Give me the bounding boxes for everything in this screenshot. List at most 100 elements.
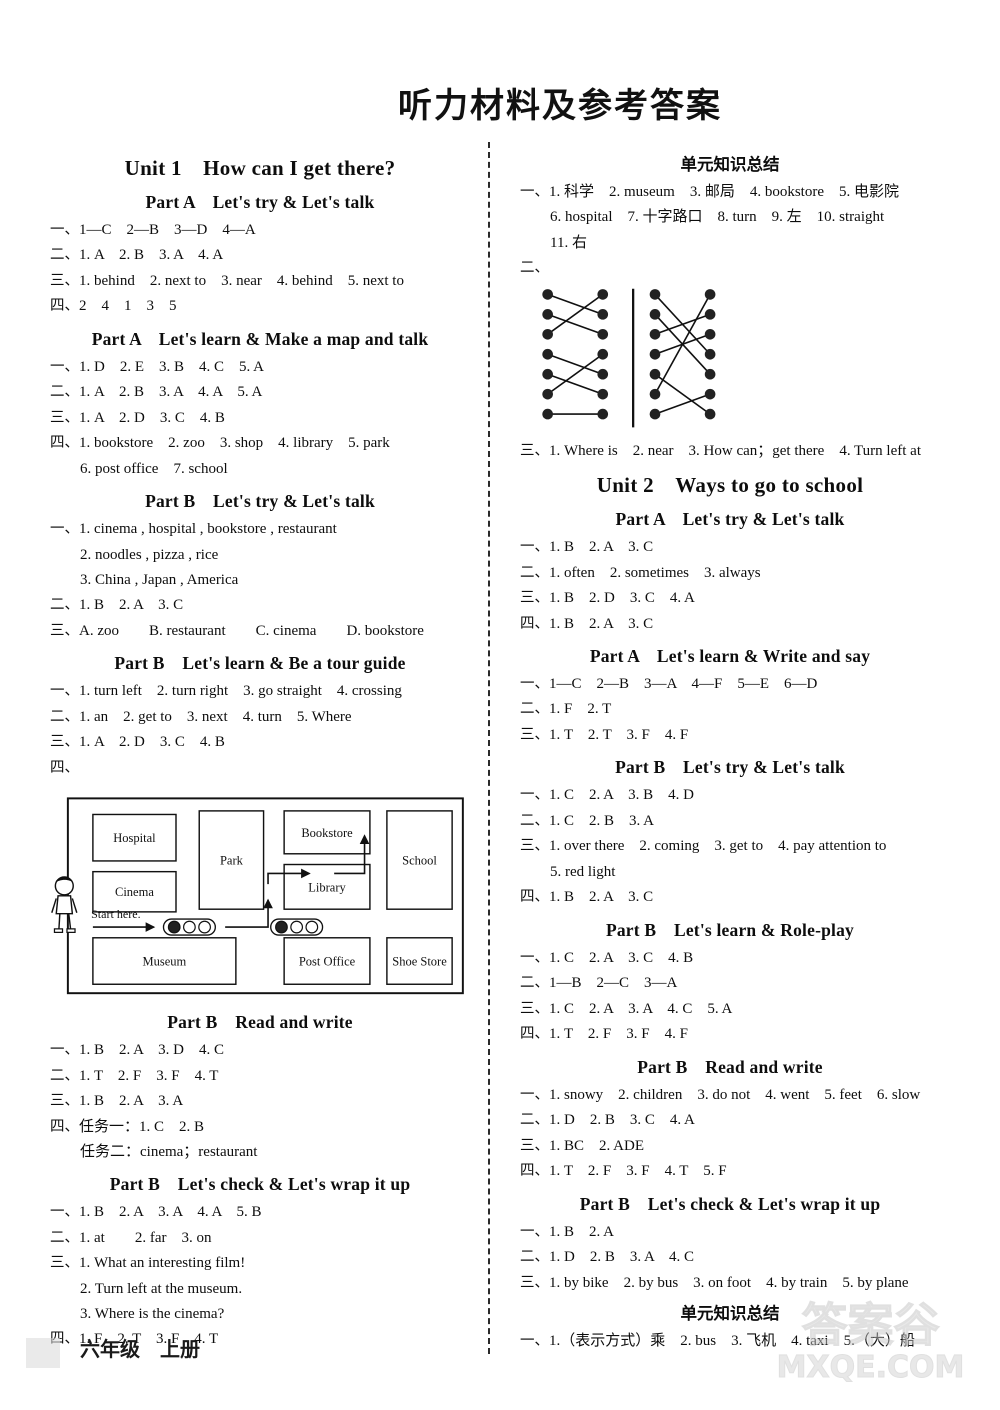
answer-marker: 三、	[520, 1274, 549, 1291]
match-dot	[597, 288, 609, 300]
answer-line: 一、1. B 2. A 3. C	[520, 535, 940, 559]
part-heading: Part B Let's try & Let's talk	[145, 491, 375, 512]
answer-text: 1. behind 2. next to 3. near 4. behind 5…	[79, 272, 404, 289]
page-title: 听力材料及参考答案	[398, 86, 722, 126]
match-line	[547, 353, 604, 375]
answer-text: 1. C 2. A 3. A 4. C 5. A	[549, 1000, 733, 1017]
answer-marker: 二、	[50, 247, 79, 264]
answer-marker: 三、	[520, 726, 549, 743]
answer-line: 三、1. B 2. A 3. A	[50, 1089, 470, 1113]
answer-line: 二、1. F 2. T	[520, 697, 940, 721]
answer-line: 三、1. C 2. A 3. A 4. C 5. A	[520, 997, 940, 1021]
answer-text: 1. B 2. A 3. D 4. C	[79, 1042, 225, 1059]
answer-text: 1. A 2. B 3. A 4. A	[79, 247, 224, 264]
answer-marker: 一、	[50, 683, 79, 700]
match-dot	[649, 408, 661, 419]
match-dot	[597, 328, 609, 340]
right-column: 单元知识总结 一、1. 科学 2. museum 3. 邮局 4. booksto…	[494, 146, 940, 1354]
match-dot	[649, 348, 661, 360]
answer-line: 二、1. an 2. get to 3. next 4. turn 5. Whe…	[50, 705, 470, 729]
answer-marker: 二、	[50, 384, 79, 401]
answer-text: 1. B 2. A 3. C	[549, 615, 654, 632]
answer-text: 1. by bike 2. by bus 3. on foot 4. by tr…	[549, 1274, 909, 1291]
answer-marker: 四、	[50, 298, 79, 315]
answer-continuation-line: 2. Turn left at the museum.	[80, 1280, 243, 1297]
answer-text: 1—B 2—C 3—A	[549, 975, 678, 992]
map-building: Library	[283, 863, 371, 911]
match-dot	[704, 288, 716, 300]
answer-key-page: 听力材料及参考答案 Unit 1 How can I get there? Par…	[0, 0, 1000, 1410]
map-building-label: Bookstore	[301, 826, 353, 840]
match-dot	[542, 368, 553, 380]
answer-line: 四、1. T 2. F 3. F 4. F	[520, 1022, 940, 1046]
answer-marker: 二、	[50, 708, 79, 725]
answer-line: 一、1. turn left 2. turn right 3. go strai…	[50, 679, 470, 703]
match-group-right	[649, 288, 716, 419]
answer-marker: 一、	[520, 675, 549, 692]
map-building: School	[386, 810, 453, 911]
match-group-left	[542, 288, 609, 419]
map-building-label: Shoe Store	[392, 955, 447, 969]
answer-text: 1. B 2. D 3. C 4. A	[549, 590, 695, 607]
answer-line: 一、1. cinema , hospital , bookstore , res…	[50, 517, 470, 541]
map-building: Post Office	[283, 937, 371, 986]
map-building: Hospital	[92, 813, 177, 862]
answer-line: 四、1. T 2. F 3. F 4. T 5. F	[520, 1159, 940, 1183]
site-watermark: 答案谷 MXQE.COM	[763, 1299, 978, 1394]
answer-text: 1. B 2. A	[549, 1223, 615, 1240]
answer-text: 1. B 2. A 3. C	[549, 889, 654, 906]
match-dot	[704, 388, 716, 400]
part-heading: Part B Let's try & Let's talk	[615, 757, 845, 778]
match-dot	[704, 328, 716, 340]
matching-figure	[520, 283, 940, 435]
page-corner-mark	[26, 1338, 60, 1368]
match-dot	[649, 328, 661, 340]
part-heading: Part B Let's check & Let's wrap it up	[109, 1174, 411, 1195]
answer-text: 1. B 2. A 3. C	[79, 597, 184, 614]
answer-text: 1. B 2. A 3. A	[79, 1093, 184, 1110]
map-building: Bookstore	[283, 810, 371, 855]
answer-text: 1. turn left 2. turn right 3. go straigh…	[79, 683, 402, 700]
match-line	[654, 392, 711, 415]
answer-text: 1. 科学 2. museum 3. 邮局 4. bookstore 5. 电影…	[549, 184, 899, 200]
answer-line: 四、2 4 1 3 5	[50, 294, 470, 318]
answer-marker: 一、	[520, 1223, 549, 1240]
answer-line: 二、1. A 2. B 3. A 4. A 5. A	[50, 380, 470, 404]
answer-line: 三、1. B 2. D 3. C 4. A	[520, 586, 940, 610]
answer-text: 1. T 2. F 3. F 4. F	[549, 1026, 688, 1043]
answer-line: 四、1. bookstore 2. zoo 3. shop 4. library…	[50, 431, 470, 455]
answer-text: 任务一：1. C 2. B	[79, 1118, 205, 1135]
match-dot	[649, 388, 661, 400]
part-heading: Part B Read and write	[637, 1056, 823, 1077]
answer-line: 三、1. by bike 2. by bus 3. on foot 4. by …	[520, 1271, 940, 1295]
map-building: Museum	[92, 937, 237, 986]
answer-marker: 一、	[520, 787, 549, 804]
part-heading: Part B Let's learn & Role-play	[605, 919, 855, 940]
match-dot	[704, 408, 716, 419]
part-heading: Part A Let's try & Let's talk	[615, 509, 845, 530]
left-column: Unit 1 How can I get there? Part A Let's …	[50, 146, 484, 1353]
answer-text: 1. T 2. F 3. F 4. T	[79, 1067, 219, 1084]
two-column-body: Unit 1 How can I get there? Part A Let's …	[50, 142, 960, 1355]
answer-text: 1. B 2. A 3. C	[549, 539, 654, 556]
answer-marker: 一、	[520, 1333, 549, 1349]
answer-text: 1. an 2. get to 3. next 4. turn 5. Where	[79, 708, 352, 725]
answer-text: 1. B 2. A 3. A 4. A 5. B	[79, 1204, 262, 1221]
answer-continuation-line: 3. China , Japan , America	[80, 571, 239, 588]
map-building-label: Library	[308, 880, 346, 894]
answer-continuation-line: 5. red light	[550, 863, 616, 880]
answer-line: 一、1. B 2. A 3. D 4. C	[50, 1038, 470, 1062]
answer-line: 二、	[520, 256, 940, 280]
answer-text: 1. snowy 2. children 3. do not 4. went 5…	[549, 1086, 921, 1103]
part-heading: Part A Let's learn & Write and say	[589, 645, 871, 666]
answer-line: 三、1. What an interesting film!	[50, 1251, 470, 1275]
answer-continuation-line: 2. noodles , pizza , rice	[80, 546, 219, 563]
answer-marker: 四、	[50, 435, 79, 452]
answer-line: 四、任务一：1. C 2. B	[50, 1115, 470, 1139]
answer-continuation-line: 6. post office 7. school	[80, 460, 228, 477]
answer-marker: 二、	[520, 975, 549, 992]
map-building: Cinema	[92, 871, 177, 913]
watermark-url-text: MXQE.COM	[776, 1350, 965, 1385]
answer-line: 三、1. over there 2. coming 3. get to 4. p…	[520, 834, 940, 858]
answer-text: A. zoo B. restaurant C. cinema D. bookst…	[79, 622, 424, 639]
